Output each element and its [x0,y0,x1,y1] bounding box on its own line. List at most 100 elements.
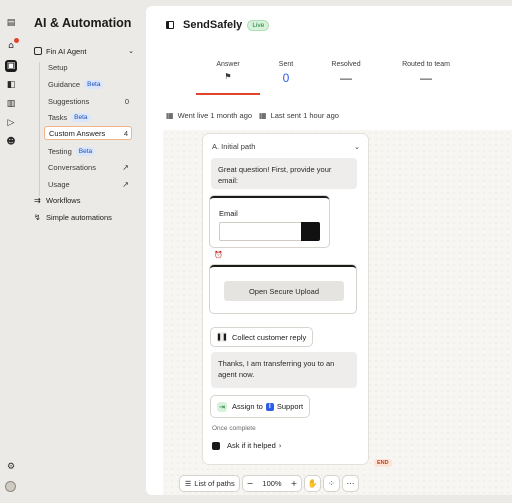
stat-routed-to-team[interactable]: Routed to team — [391,61,461,85]
nav-item-label: Guidance [48,79,81,89]
ask-helped-label: Ask if it helped [227,441,276,450]
calendar-icon: ▦ [166,111,174,120]
settings-icon[interactable]: ⚙ [5,461,17,473]
more-options-button[interactable]: ⋯ [343,476,358,491]
chevron-right-icon: › [278,441,282,450]
chevron-down-icon: ⌄ [354,142,360,151]
icon-rail: ▤ ⌂ ▣ ◧ ▥ ▷ ☻ ⚙ [0,0,22,503]
nav-item-label: Setup [48,62,68,72]
grid-view-button[interactable]: ⁘ [324,476,339,491]
secure-upload-block[interactable]: Open Secure Upload [210,265,356,313]
flow-canvas[interactable]: A. Initial path ⌄ Great question! First,… [163,130,512,495]
collect-reply-label: Collect customer reply [232,332,307,342]
status-badge: Live [247,19,270,31]
notification-dot [14,38,19,43]
outbound-icon[interactable]: ▷ [5,117,17,129]
team-icon: I [265,402,274,411]
assign-team-label: Support [276,402,304,411]
message-bubble[interactable]: Great question! First, provide your emai… [211,158,357,189]
hand-icon: ✋ [307,479,318,488]
nav-group-fin-ai-agent[interactable]: Fin AI Agent ⌄ [34,45,134,57]
fin-icon[interactable]: ▣ [5,60,17,72]
question-icon [212,441,220,450]
inbox-icon[interactable]: ▤ [5,17,17,29]
nav-panel: AI & Automation Fin AI Agent ⌄ Setup Gui… [24,6,139,495]
calendar-icon: ▦ [259,111,267,120]
stat-label: Resolved [331,61,361,68]
nav-item-suggestions[interactable]: Suggestions 0 [44,94,132,108]
message-bubble[interactable]: Thanks, I am transferring you to an agen… [211,352,357,388]
nav-item-custom-answers[interactable]: Custom Answers 4 [44,126,132,140]
notifications-icon[interactable]: ⌂ [5,38,19,52]
list-of-paths-button[interactable]: ☰ List of paths [180,476,239,491]
went-live-text: Went live 1 month ago [177,111,253,120]
nav-item-guidance[interactable]: Guidance Beta [44,77,132,91]
nav-item-workflows[interactable]: ⇉ Workflows [34,194,80,206]
end-tag: END [374,459,392,467]
zoom-out-button[interactable]: − [243,476,257,491]
flow-path-card: A. Initial path ⌄ Great question! First,… [203,134,368,464]
page-title: SendSafely [183,19,243,31]
nav-tree-line [39,62,40,196]
nav-item-tasks[interactable]: Tasks Beta [44,110,132,124]
knowledge-icon[interactable]: ◧ [5,79,17,91]
nav-item-label: Testing [48,146,72,156]
stat-resolved[interactable]: Resolved — [311,61,381,85]
nav-item-simple-automations[interactable]: ↯ Simple automations [34,211,112,223]
stat-value: — [340,71,352,85]
path-label: A. Initial path [212,142,256,151]
nav-item-label: Suggestions [48,96,90,106]
nav-item-setup[interactable]: Setup [44,60,132,74]
external-link-icon: ↗ [122,162,129,172]
external-link-icon: ↗ [122,179,129,189]
nav-item-label: Workflows [46,195,81,205]
nav-title: AI & Automation [34,16,132,30]
more-icon: ⋯ [346,479,355,488]
path-header[interactable]: A. Initial path ⌄ [212,142,360,151]
nav-group-label: Fin AI Agent [46,46,87,56]
zoom-in-button[interactable]: + [287,476,301,491]
email-field[interactable] [219,222,301,241]
contacts-icon[interactable]: ☻ [5,136,17,148]
stat-value: — [420,71,432,85]
nav-item-conversations[interactable]: Conversations ↗ [44,160,132,174]
assign-icon: ⇥ [217,401,227,412]
assign-label: Assign to [232,402,263,411]
nav-item-label: Custom Answers [49,128,106,138]
page-header: SendSafely Live [166,18,270,32]
email-label: Email [219,209,238,218]
ask-if-helped-step[interactable]: Ask if it helped › [212,441,282,450]
email-attribute-block[interactable]: Email [210,196,329,247]
email-submit-button[interactable] [301,222,320,241]
main-panel: SendSafely Live Answer ⚑ Sent 0 Resolved… [146,6,512,495]
beta-badge: Beta [84,79,104,89]
avatar[interactable] [5,481,16,492]
zoom-control: − 100% + [243,476,301,491]
assign-step[interactable]: ⇥ Assign to I Support [211,396,310,417]
nav-item-label: Conversations [48,162,96,172]
nav-item-label: Simple automations [46,212,112,222]
chevron-down-icon: ⌄ [128,47,134,55]
last-sent-text: Last sent 1 hour ago [270,111,339,120]
grid-icon: ⁘ [328,479,335,488]
active-tab-underline [196,93,260,95]
nav-item-testing[interactable]: Testing Beta [44,144,132,158]
sidebar-toggle-icon[interactable] [166,21,174,29]
once-complete-label: Once complete [212,425,256,432]
collect-reply-step[interactable]: ❚❚ Collect customer reply [211,328,313,346]
nav-item-label: Usage [48,179,70,189]
wait-icon: ⏰ [214,251,223,259]
nav-item-count: 0 [124,96,129,106]
nav-item-count: 4 [123,128,128,138]
nav-item-usage[interactable]: Usage ↗ [44,177,132,191]
pause-icon: ❚❚ [216,332,228,342]
workflows-icon: ⇉ [34,195,41,205]
reports-icon[interactable]: ▥ [5,98,17,110]
fin-agent-icon [34,47,42,55]
zoom-level: 100% [262,479,282,488]
went-live-info: ▦ Went live 1 month ago [166,111,252,120]
beta-badge: Beta [75,146,96,156]
open-secure-upload-button[interactable]: Open Secure Upload [224,281,344,301]
pan-hand-button[interactable]: ✋ [305,476,320,491]
bolt-icon: ↯ [34,212,41,222]
